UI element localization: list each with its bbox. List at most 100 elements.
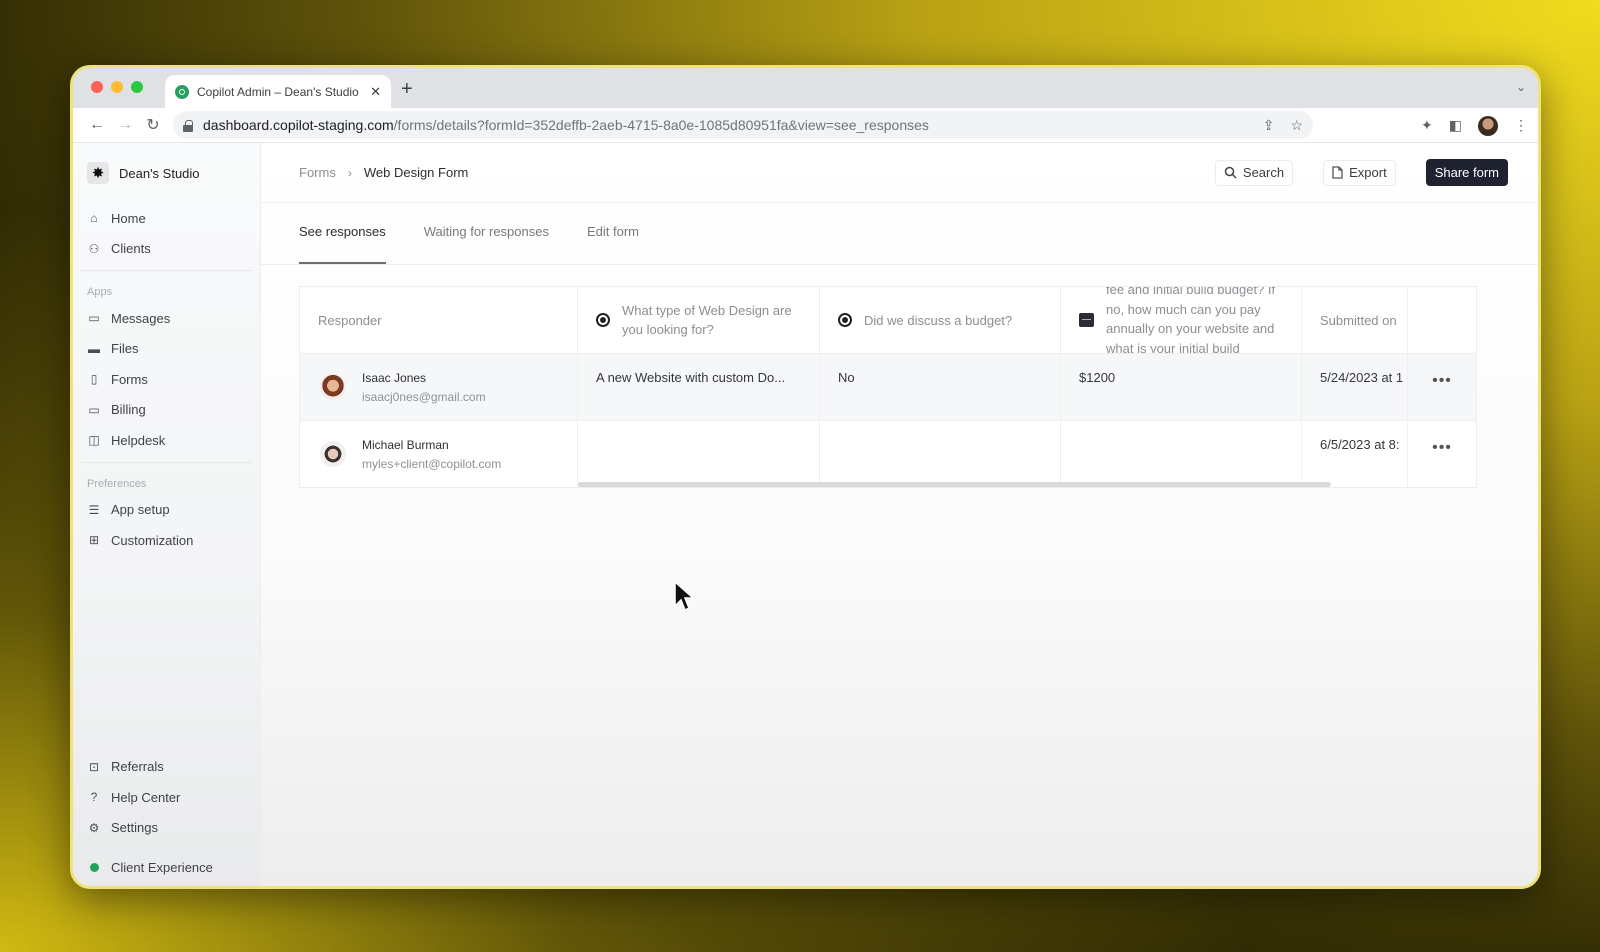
form-tabs: See responses Waiting for responses Edit…: [261, 203, 1538, 265]
sidebar-item-customization[interactable]: ⊞ Customization: [85, 525, 248, 556]
new-tab-button[interactable]: +: [401, 78, 413, 101]
export-label: Export: [1349, 165, 1387, 180]
side-panel-icon[interactable]: ◧: [1449, 117, 1462, 134]
more-actions-icon[interactable]: •••: [1432, 439, 1452, 457]
file-icon: [1332, 166, 1343, 179]
message-bubble-icon: ▭: [88, 311, 100, 326]
page-header: Forms › Web Design Form Search Export Sh…: [261, 143, 1538, 203]
tab-strip: Copilot Admin – Dean's Studio ✕ + ⌄: [73, 68, 1538, 108]
answer-cell: [1061, 421, 1302, 487]
sidebar-item-app-setup[interactable]: ☰ App setup: [85, 495, 248, 526]
sidebar-item-home[interactable]: ⌂ Home: [85, 203, 248, 234]
tab-see-responses[interactable]: See responses: [299, 224, 386, 264]
clipboard-icon: ▯: [90, 372, 98, 387]
sidebar-item-messages[interactable]: ▭ Messages: [85, 303, 248, 334]
column-header-responder[interactable]: Responder: [300, 287, 578, 353]
search-button[interactable]: Search: [1214, 159, 1294, 186]
column-header-q1[interactable]: What type of Web Design are you looking …: [578, 287, 820, 353]
forward-button[interactable]: →: [111, 116, 139, 134]
tab-edit-form[interactable]: Edit form: [587, 224, 639, 264]
sidebar-divider: [81, 270, 252, 271]
table-header-row: Responder What type of Web Design are yo…: [300, 287, 1476, 354]
sidebar-item-label: Referrals: [111, 759, 164, 775]
share-icon[interactable]: ⇪: [1263, 117, 1275, 134]
lock-icon: [183, 119, 193, 132]
help-circle-icon: ?: [90, 790, 98, 805]
sidebar-item-referrals[interactable]: ⊡ Referrals: [85, 752, 248, 783]
sidebar: ✸ Dean's Studio ⌂ Home ⚇ Clients Apps ▭ …: [73, 143, 261, 886]
home-icon: ⌂: [90, 211, 98, 226]
column-header-submitted[interactable]: Submitted on: [1302, 287, 1408, 353]
workspace-switcher[interactable]: ✸ Dean's Studio: [85, 143, 248, 203]
table-row[interactable]: Isaac Jones isaacj0nes@gmail.com A new W…: [300, 354, 1476, 421]
sidebar-item-label: Customization: [111, 532, 194, 548]
sidebar-item-billing[interactable]: ▭ Billing: [85, 395, 248, 426]
sidebar-item-label: Helpdesk: [111, 432, 166, 448]
address-bar[interactable]: dashboard.copilot-staging.com/forms/deta…: [173, 111, 1313, 139]
export-button[interactable]: Export: [1323, 159, 1396, 186]
extensions-puzzle-icon[interactable]: ✦: [1421, 117, 1433, 134]
sidebar-item-forms[interactable]: ▯ Forms: [85, 364, 248, 395]
gear-icon: ⚙: [88, 820, 100, 835]
mouse-pointer-icon: [674, 580, 695, 612]
answer-cell: A new Website with custom Do...: [578, 354, 820, 420]
responder-name: Isaac Jones: [362, 370, 427, 385]
avatar: [320, 441, 346, 467]
client-experience-link[interactable]: Client Experience: [85, 848, 248, 886]
tab-waiting-for-responses[interactable]: Waiting for responses: [424, 224, 549, 264]
answer-cell: $1200: [1061, 354, 1302, 420]
responder-name: Michael Burman: [362, 437, 449, 452]
close-window-button[interactable]: [91, 81, 103, 93]
column-header-q2[interactable]: Did we discuss a budget?: [820, 287, 1061, 353]
more-actions-icon[interactable]: •••: [1432, 372, 1452, 390]
responses-table: Responder What type of Web Design are yo…: [299, 286, 1477, 488]
sidebar-item-label: Help Center: [111, 789, 181, 805]
browser-menu-icon[interactable]: ⋮: [1514, 117, 1528, 134]
maximize-window-button[interactable]: [131, 81, 143, 93]
sidebar-item-clients[interactable]: ⚇ Clients: [85, 234, 248, 265]
submitted-date-cell: 5/24/2023 at 1: [1302, 354, 1408, 420]
answer-cell: [578, 421, 820, 487]
sidebar-item-label: Forms: [111, 371, 148, 387]
minimize-window-button[interactable]: [111, 81, 123, 93]
credit-card-icon: ▭: [88, 402, 100, 417]
sidebar-bottom: ⊡ Referrals ? Help Center ⚙ Settings Cli…: [81, 752, 252, 887]
window-controls: [91, 81, 143, 93]
sidebar-item-helpdesk[interactable]: ◫ Helpdesk: [85, 425, 248, 456]
column-header-q3[interactable]: fee and initial build budget? If no, how…: [1061, 287, 1302, 353]
browser-window: Copilot Admin – Dean's Studio ✕ + ⌄ ← → …: [70, 65, 1541, 889]
answer-cell: [820, 421, 1061, 487]
apps-heading: Apps: [87, 286, 113, 298]
bookmark-star-icon[interactable]: ☆: [1290, 117, 1303, 134]
sidebar-item-settings[interactable]: ⚙ Settings: [85, 813, 248, 844]
sidebar-item-help-center[interactable]: ? Help Center: [85, 782, 248, 813]
sidebar-item-files[interactable]: ▬ Files: [85, 334, 248, 365]
reload-button[interactable]: ↻: [139, 115, 167, 135]
clients-icon: ⚇: [88, 241, 100, 256]
browser-tab-active[interactable]: Copilot Admin – Dean's Studio ✕: [165, 75, 391, 108]
table-row[interactable]: Michael Burman myles+client@copilot.com …: [300, 421, 1476, 487]
long-text-icon: [1079, 313, 1094, 327]
sidebar-item-label: Settings: [111, 820, 158, 836]
browser-toolbar: ← → ↻ dashboard.copilot-staging.com/form…: [73, 108, 1538, 143]
url-host: dashboard.copilot-staging.com: [203, 117, 394, 133]
search-icon: [1224, 166, 1237, 179]
column-header-label: fee and initial build budget? If no, how…: [1106, 287, 1276, 353]
horizontal-scrollbar[interactable]: [578, 482, 1331, 487]
column-header-label: What type of Web Design are you looking …: [622, 303, 792, 337]
url-path: /forms/details?formId=352deffb-2aeb-4715…: [393, 117, 929, 133]
profile-avatar[interactable]: [1478, 115, 1498, 136]
single-choice-icon: [596, 313, 610, 327]
tab-title: Copilot Admin – Dean's Studio: [197, 84, 359, 99]
sidebar-divider: [81, 461, 252, 463]
tab-search-icon[interactable]: ⌄: [1516, 80, 1526, 94]
single-choice-icon: [838, 313, 852, 327]
submitted-date-cell: 6/5/2023 at 8:: [1302, 421, 1408, 487]
responder-email: isaacj0nes@gmail.com: [362, 389, 486, 404]
share-form-button[interactable]: Share form: [1425, 159, 1508, 186]
responder-email: myles+client@copilot.com: [362, 456, 502, 471]
close-tab-icon[interactable]: ✕: [370, 84, 381, 100]
back-button[interactable]: ←: [83, 116, 111, 134]
breadcrumb-forms-link[interactable]: Forms: [299, 165, 336, 180]
sidebar-item-label: Clients: [111, 241, 151, 257]
